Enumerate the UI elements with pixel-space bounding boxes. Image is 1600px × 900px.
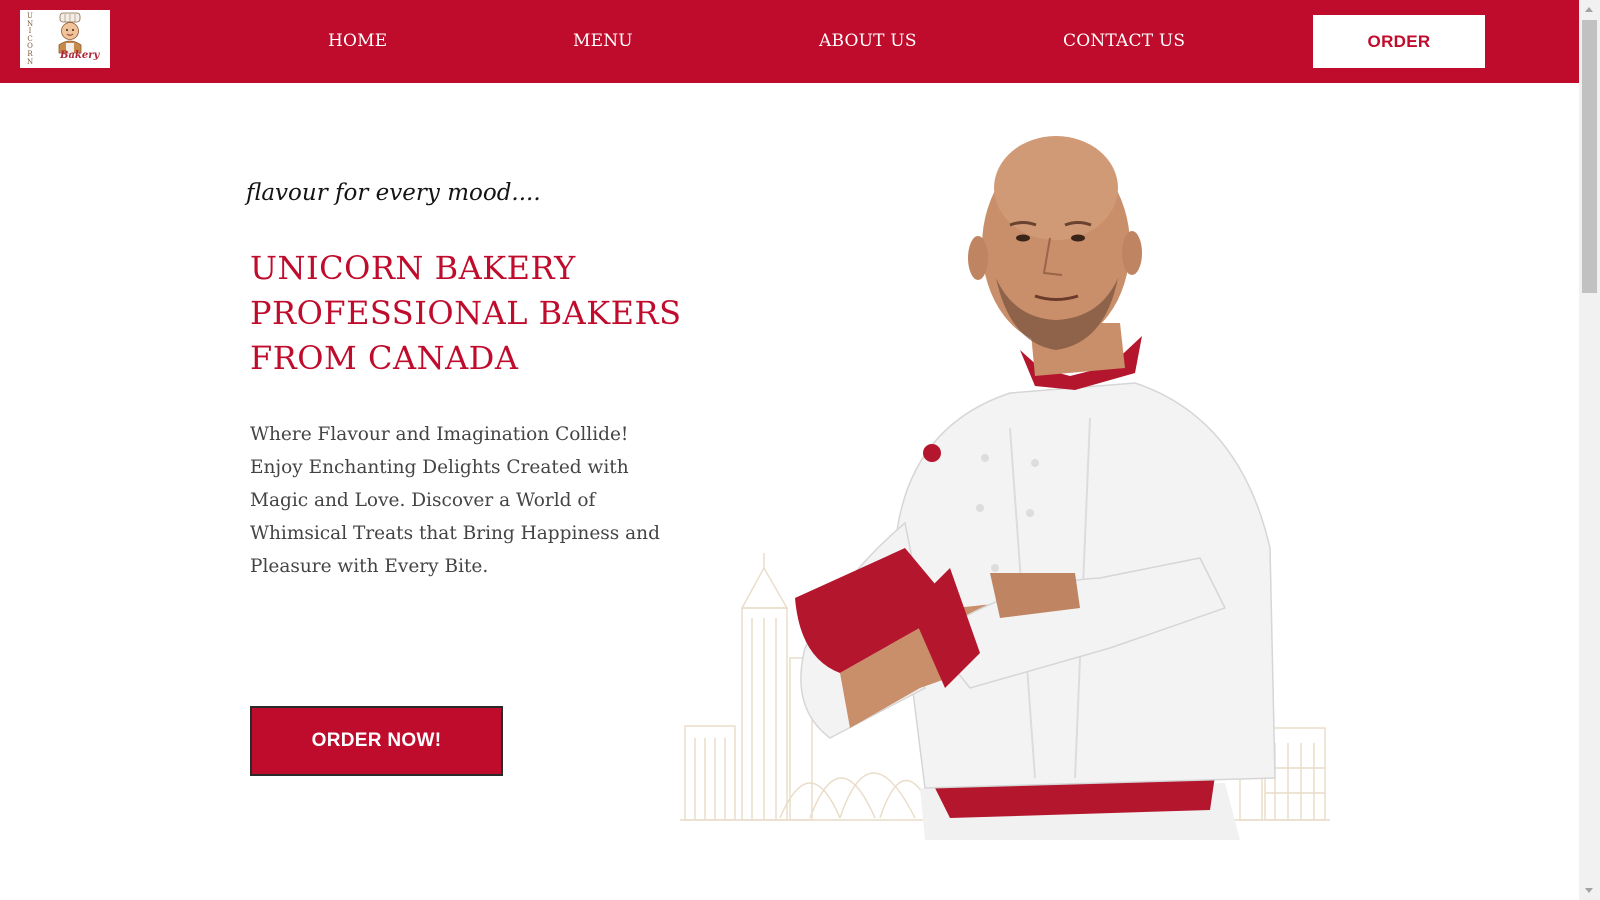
vertical-scrollbar[interactable]	[1579, 0, 1600, 900]
order-now-button[interactable]: ORDER NOW!	[250, 706, 503, 776]
hero-headline: UNICORN BAKERY PROFESSIONAL BAKERS FROM …	[250, 246, 710, 381]
headline-line: FROM CANADA	[250, 339, 519, 377]
logo-vertical-text: U N I C O R N	[25, 12, 35, 66]
logo-script-text: Bakery	[60, 50, 100, 61]
hero-chef-image	[680, 136, 1330, 840]
baker-mascot-icon	[58, 12, 82, 54]
nav-menu[interactable]: MENU	[573, 31, 633, 51]
logo[interactable]: U N I C O R N Bakery	[20, 10, 110, 68]
scroll-down-arrow-icon[interactable]	[1585, 888, 1593, 893]
page: U N I C O R N Bakery HOME MENU ABOUT US …	[0, 0, 1600, 900]
scroll-up-arrow-icon[interactable]	[1585, 7, 1593, 12]
chef-figure	[795, 136, 1276, 840]
headline-line: PROFESSIONAL BAKERS	[250, 294, 682, 332]
nav-home[interactable]: HOME	[328, 31, 387, 51]
hero-description: Where Flavour and Imagination Collide! E…	[250, 424, 660, 577]
nav-contact-us[interactable]: CONTACT US	[1063, 31, 1185, 51]
tagline: flavour for every mood....	[246, 180, 541, 206]
headline-line: UNICORN BAKERY	[250, 249, 576, 287]
top-nav-bar: U N I C O R N Bakery HOME MENU ABOUT US …	[0, 0, 1579, 83]
order-button[interactable]: ORDER	[1313, 15, 1485, 68]
scroll-thumb[interactable]	[1582, 20, 1597, 293]
nav-about-us[interactable]: ABOUT US	[819, 31, 917, 51]
logo-letter: N	[26, 57, 34, 66]
